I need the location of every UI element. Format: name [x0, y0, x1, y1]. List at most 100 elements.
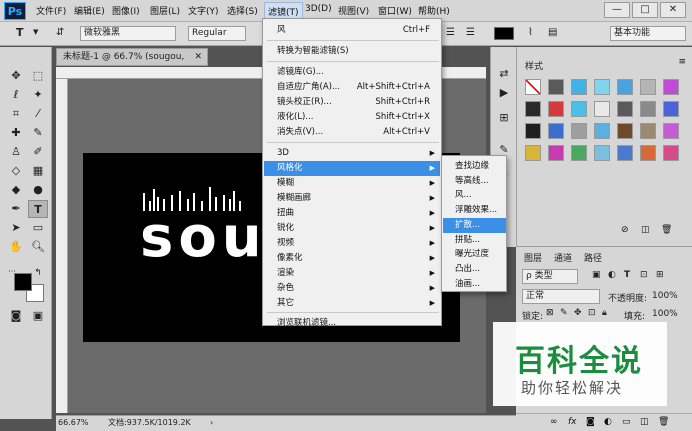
style-swatch[interactable] — [571, 123, 587, 139]
style-swatch[interactable] — [640, 79, 656, 95]
filter-menu-item[interactable]: 模糊 ▶ — [264, 176, 440, 191]
menu-layer[interactable]: 图层(L) — [150, 4, 180, 17]
filter-menu-item[interactable]: 渲染 ▶ — [264, 266, 440, 281]
filter-menu-item[interactable]: 浏览联机滤镜... — [264, 316, 440, 331]
style-swatch[interactable] — [663, 145, 679, 161]
zoom-level[interactable]: 66.67% — [58, 416, 89, 430]
filter-menu-item[interactable]: 镜头校正(R)... Shift+Ctrl+R — [264, 95, 440, 110]
gradient-tool-icon[interactable]: ▦ — [28, 162, 48, 180]
stylize-submenu-item[interactable]: 等高线... — [443, 174, 506, 189]
align-center-icon[interactable]: ☰ — [446, 27, 455, 38]
healing-brush-tool-icon[interactable]: ✚ — [6, 124, 26, 142]
lasso-tool-icon[interactable]: ℓ — [6, 86, 26, 104]
lock-all-icon[interactable]: 🔒︎ — [602, 308, 607, 318]
properties-panel-icon[interactable]: ⊞ — [494, 109, 514, 127]
status-menu-chevron-icon[interactable]: › — [210, 416, 213, 430]
tab-layers[interactable]: 图层 — [524, 251, 542, 264]
filter-menu-item[interactable]: 转换为智能滤镜(S) — [264, 44, 440, 59]
layer-effects-icon[interactable]: fx — [568, 417, 577, 427]
minimize-button[interactable]: — — [604, 2, 630, 18]
history-panel-icon[interactable]: ⇄ — [494, 65, 514, 83]
eraser-tool-icon[interactable]: ◇ — [6, 162, 26, 180]
style-swatch[interactable] — [594, 145, 610, 161]
style-swatch[interactable] — [571, 101, 587, 117]
type-tool-icon[interactable]: T — [16, 26, 24, 39]
menu-type[interactable]: 文字(Y) — [188, 4, 219, 17]
pen-tool-icon[interactable]: ✒ — [6, 200, 26, 218]
fill-value[interactable]: 100% — [652, 309, 678, 319]
dodge-tool-icon[interactable]: ● — [28, 181, 48, 199]
new-group-icon[interactable]: ▭ — [622, 417, 631, 427]
document-close-icon[interactable]: ✕ — [194, 49, 202, 65]
stylize-submenu-item[interactable]: 凸出... — [443, 262, 506, 277]
filter-menu-item[interactable]: 模糊画廊 ▶ — [264, 191, 440, 206]
lock-position-icon[interactable]: ✥ — [574, 308, 582, 318]
font-style-select[interactable]: Regular — [188, 26, 246, 41]
style-swatch[interactable] — [525, 101, 541, 117]
style-swatch[interactable] — [594, 123, 610, 139]
close-button[interactable]: ✕ — [660, 2, 686, 18]
filter-menu-item[interactable]: 杂色 ▶ — [264, 281, 440, 296]
styles-panel-tab[interactable]: 样式 — [525, 59, 543, 72]
lock-transparent-icon[interactable]: ⊠ — [546, 308, 554, 318]
warp-text-icon[interactable]: ⌇ — [528, 27, 533, 38]
menu-view[interactable]: 视图(V) — [338, 4, 369, 17]
menu-edit[interactable]: 编辑(E) — [74, 4, 105, 17]
history-brush-tool-icon[interactable]: ✐ — [28, 143, 48, 161]
style-swatch[interactable] — [571, 145, 587, 161]
style-swatch[interactable] — [594, 101, 610, 117]
zoom-tool-icon[interactable]: 🔍︎ — [28, 238, 48, 256]
new-style-icon[interactable]: ◫ — [641, 225, 650, 235]
path-selection-tool-icon[interactable]: ➤ — [6, 219, 26, 237]
style-swatch[interactable] — [640, 123, 656, 139]
style-swatch[interactable] — [594, 79, 610, 95]
stylize-submenu-item[interactable]: 查找边缘 — [443, 159, 506, 174]
stylize-submenu-item[interactable]: 油画... — [443, 277, 506, 292]
tab-channels[interactable]: 通道 — [554, 251, 572, 264]
stylize-submenu-item[interactable]: 风... — [443, 188, 506, 203]
lock-pixels-icon[interactable]: ✎ — [560, 308, 568, 318]
stylize-submenu-item[interactable]: 曝光过度 — [443, 247, 506, 262]
menu-window[interactable]: 窗口(W) — [378, 4, 412, 17]
delete-style-icon[interactable]: 🗑︎ — [661, 225, 672, 235]
menu-select[interactable]: 选择(S) — [227, 4, 258, 17]
filter-menu-item[interactable]: 其它 ▶ — [264, 296, 440, 311]
menu-3d[interactable]: 3D(D) — [305, 4, 332, 14]
filter-menu-item[interactable]: 风格化 ▶ — [264, 161, 440, 176]
character-panel-icon[interactable]: ▤ — [548, 27, 557, 38]
actions-panel-icon[interactable]: ▶ — [494, 84, 514, 102]
style-swatch[interactable] — [548, 145, 564, 161]
filter-menu-item[interactable]: 像素化 ▶ — [264, 251, 440, 266]
filter-smart-icon[interactable]: ⊞ — [656, 270, 664, 280]
filter-menu-item[interactable]: 视频 ▶ — [264, 236, 440, 251]
style-swatch[interactable] — [640, 101, 656, 117]
filter-type-icon[interactable]: T — [624, 270, 630, 280]
style-swatch[interactable] — [617, 79, 633, 95]
swap-colors-icon[interactable]: ↰ — [32, 267, 44, 279]
type-tool-selected-icon[interactable]: T — [28, 200, 48, 218]
new-layer-icon[interactable]: ◫ — [640, 417, 649, 427]
stylize-submenu-item[interactable]: 拼贴... — [443, 233, 506, 248]
move-tool-icon[interactable]: ✥ — [6, 67, 26, 85]
delete-layer-icon[interactable]: 🗑︎ — [658, 417, 669, 427]
tool-preset-chevron-icon[interactable]: ▼ — [33, 28, 38, 36]
filter-menu-item[interactable]: 滤镜库(G)... — [264, 65, 440, 80]
filter-menu-item[interactable]: 锐化 ▶ — [264, 221, 440, 236]
filter-shape-icon[interactable]: ⊡ — [640, 270, 648, 280]
style-swatch[interactable] — [663, 101, 679, 117]
marquee-tool-icon[interactable]: ⬚ — [28, 67, 48, 85]
link-layers-icon[interactable]: ∞ — [550, 417, 558, 427]
screen-mode-icon[interactable]: ▣ — [28, 307, 48, 325]
style-swatch[interactable] — [548, 79, 564, 95]
foreground-color-swatch[interactable] — [14, 273, 32, 291]
brush-tool-icon[interactable]: ✎ — [28, 124, 48, 142]
hand-tool-icon[interactable]: ✋ — [6, 238, 26, 256]
blend-mode-select[interactable]: 正常 — [522, 289, 600, 304]
menu-image[interactable]: 图像(I) — [112, 4, 140, 17]
menu-help[interactable]: 帮助(H) — [418, 4, 450, 17]
style-swatch[interactable] — [548, 101, 564, 117]
align-right-icon[interactable]: ☰ — [466, 27, 475, 38]
style-swatch[interactable] — [525, 123, 541, 139]
filter-pixel-icon[interactable]: ▣ — [592, 270, 601, 280]
filter-menu-item[interactable]: 消失点(V)... Alt+Ctrl+V — [264, 125, 440, 140]
